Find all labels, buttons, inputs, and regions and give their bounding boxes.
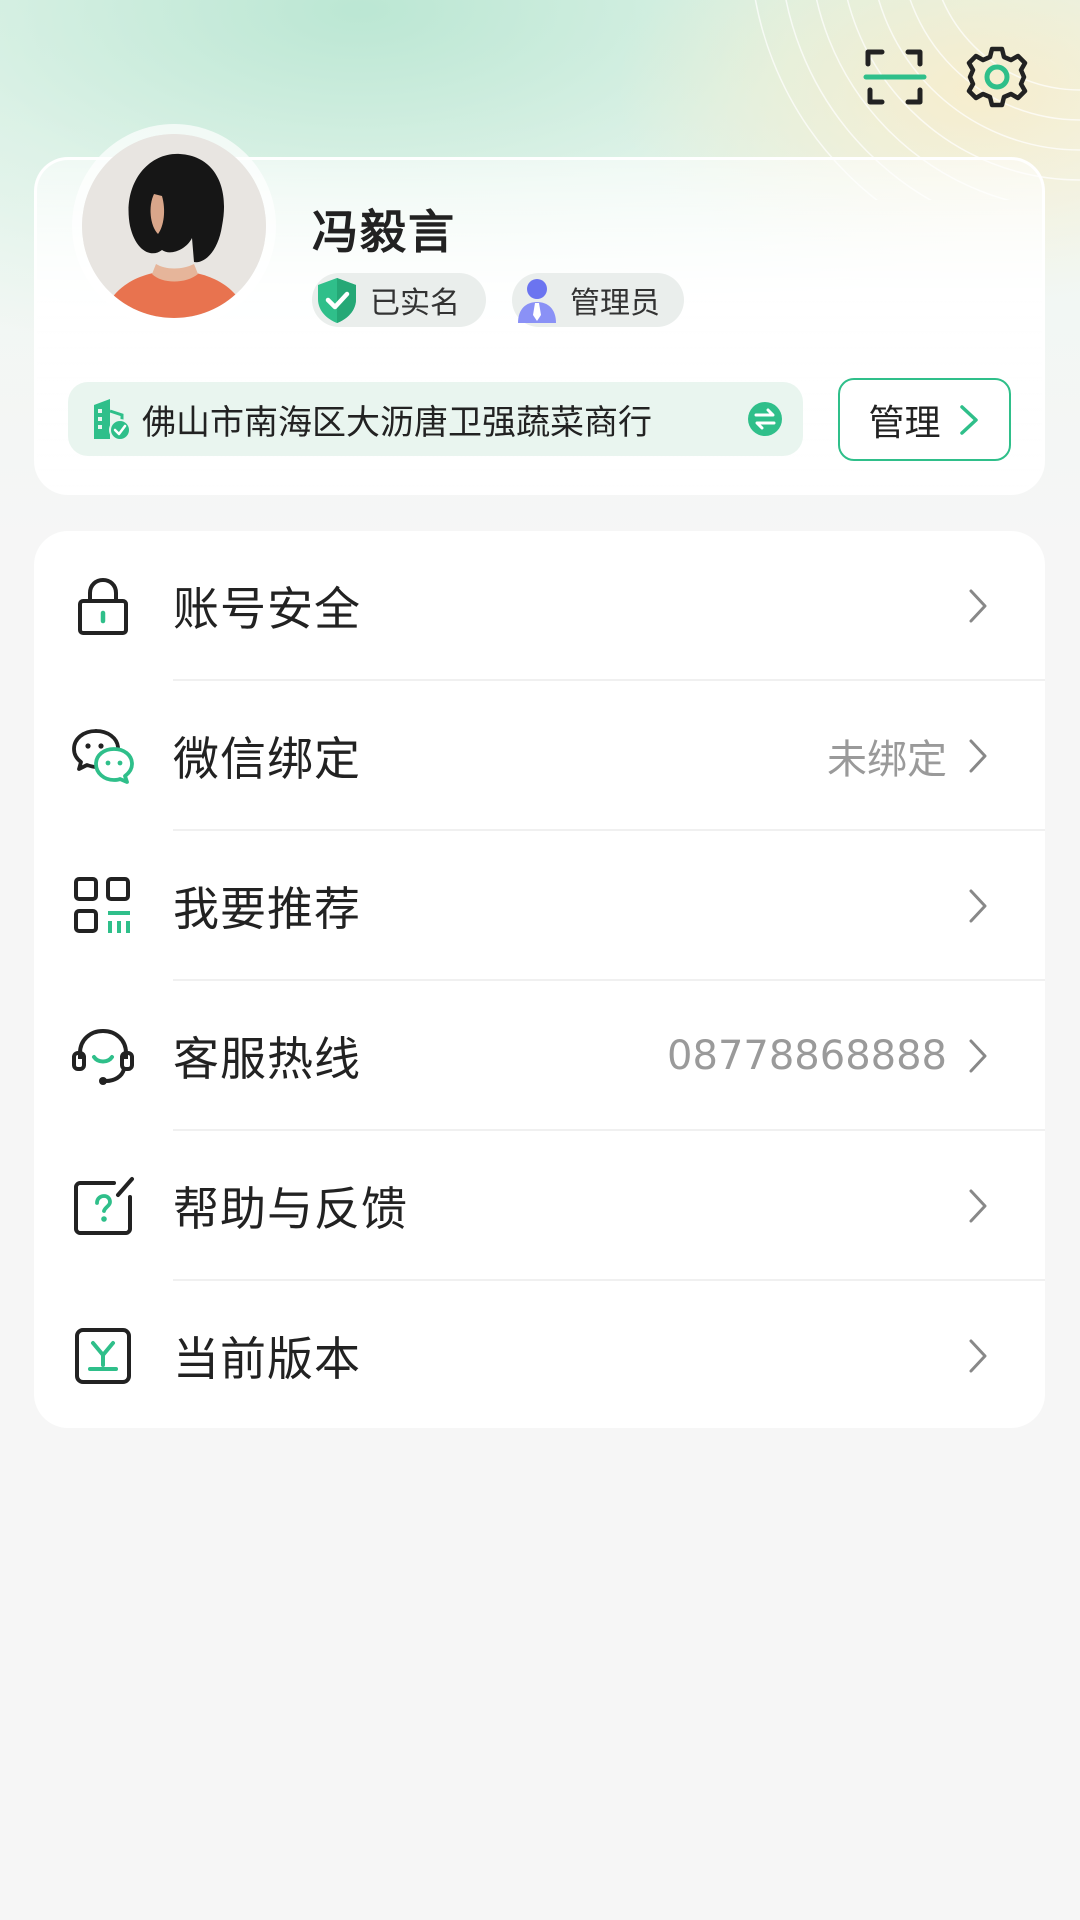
avatar-photo xyxy=(82,134,266,318)
manage-button[interactable]: 管理 xyxy=(838,378,1011,461)
menu-label: 帮助与反馈 xyxy=(173,1182,408,1236)
menu-item-wechat-binding[interactable]: 微信绑定 未绑定 xyxy=(34,681,1045,831)
company-switcher[interactable]: 佛山市南海区大沥唐卫强蔬菜商行 xyxy=(68,382,803,456)
shield-check-icon xyxy=(318,278,356,323)
menu-label: 微信绑定 xyxy=(173,732,361,786)
chevron-right-icon xyxy=(969,1189,987,1223)
scan-button[interactable] xyxy=(858,40,932,114)
menu-item-customer-hotline[interactable]: 客服热线 08778868888 xyxy=(34,981,1045,1131)
chevron-right-icon xyxy=(969,889,987,923)
hotline-number: 08778868888 xyxy=(667,1033,947,1079)
settings-menu: 账号安全 微信绑定 未绑定 我要推荐 客服热线 08778868888 帮助与反… xyxy=(34,531,1045,1428)
profile-page: 冯毅言 已实名 管理员 佛山市南海区大沥唐卫强蔬菜商行 管理 账号安全 微信绑定… xyxy=(0,0,1080,1920)
menu-label: 当前版本 xyxy=(173,1332,361,1386)
verified-badge: 已实名 xyxy=(312,273,486,327)
menu-label: 客服热线 xyxy=(173,1032,361,1086)
help-feedback-icon xyxy=(74,1177,134,1235)
menu-label: 账号安全 xyxy=(173,582,361,636)
settings-button[interactable] xyxy=(960,40,1034,114)
menu-item-recommend[interactable]: 我要推荐 xyxy=(34,831,1045,981)
scan-icon xyxy=(863,49,927,105)
chevron-right-icon xyxy=(969,739,987,773)
menu-item-help-feedback[interactable]: 帮助与反馈 xyxy=(34,1131,1045,1281)
version-download-icon xyxy=(75,1328,131,1384)
chevron-right-icon xyxy=(959,404,978,435)
verified-label: 已实名 xyxy=(370,286,460,321)
gear-icon xyxy=(966,46,1028,108)
chevron-right-icon xyxy=(969,1039,987,1073)
user-name: 冯毅言 xyxy=(312,205,456,259)
avatar[interactable] xyxy=(72,124,276,328)
wechat-icon xyxy=(72,729,134,784)
lock-icon xyxy=(78,577,128,635)
menu-item-account-security[interactable]: 账号安全 xyxy=(34,531,1045,681)
qr-code-icon xyxy=(74,877,130,933)
menu-item-current-version[interactable]: 当前版本 xyxy=(34,1281,1045,1428)
wechat-status: 未绑定 xyxy=(827,737,947,783)
switch-icon xyxy=(748,402,782,436)
role-label: 管理员 xyxy=(570,286,660,321)
manage-label: 管理 xyxy=(868,402,941,444)
company-building-icon xyxy=(94,399,131,441)
chevron-right-icon xyxy=(969,1339,987,1373)
admin-user-icon xyxy=(518,279,556,323)
role-badge: 管理员 xyxy=(512,273,684,327)
headset-icon xyxy=(72,1028,134,1085)
company-name: 佛山市南海区大沥唐卫强蔬菜商行 xyxy=(142,402,652,443)
chevron-right-icon xyxy=(969,589,987,623)
menu-label: 我要推荐 xyxy=(173,882,361,936)
